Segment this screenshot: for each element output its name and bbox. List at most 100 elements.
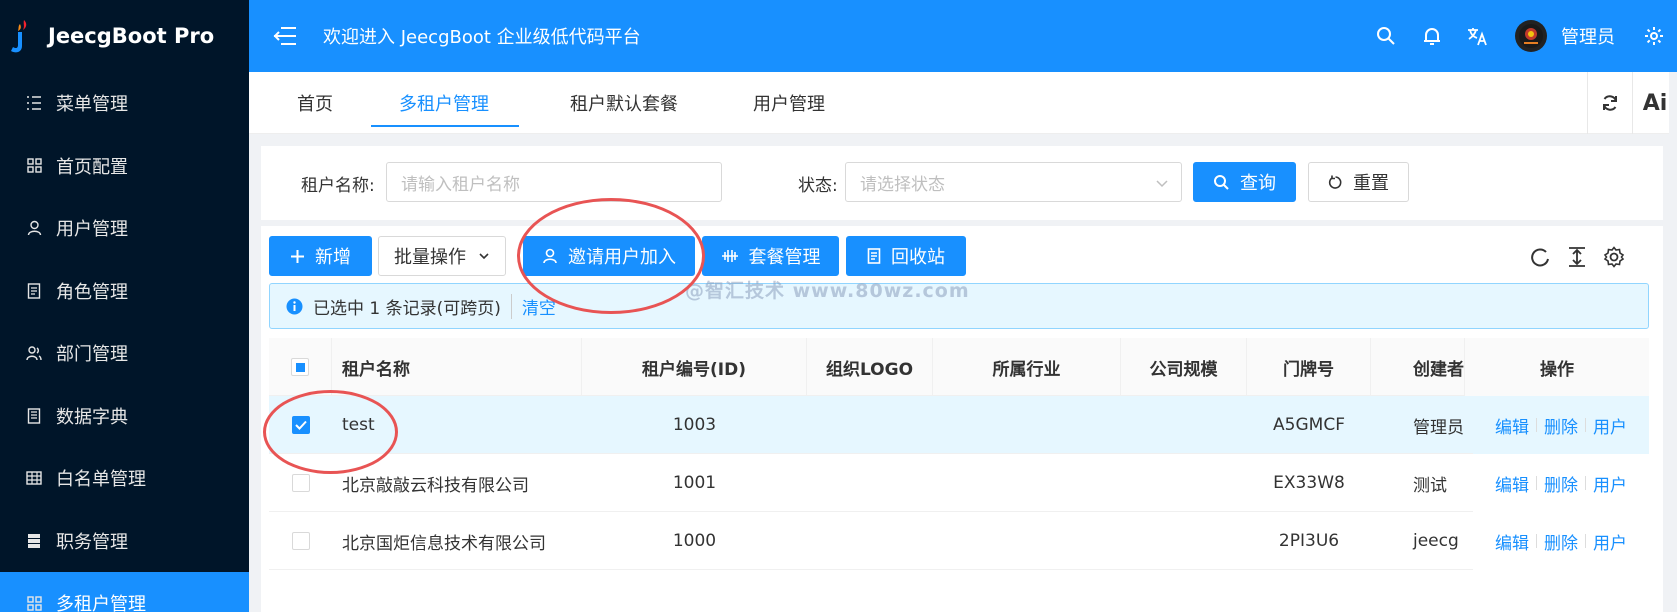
package-icon [721,250,738,262]
row-select-cell [269,512,332,570]
cell-logo [807,454,933,512]
sidebar-item[interactable]: 角色管理 [0,260,249,323]
tenant-name-input[interactable]: 请输入租户名称 [386,162,722,202]
sidebar-item-label: 用户管理 [56,219,128,241]
row-checkbox[interactable] [291,474,310,492]
cell-logo [807,396,933,454]
sidebar-item[interactable]: 多租户管理 [0,572,249,612]
recycle-bin-icon [867,248,881,264]
column-header[interactable]: 所属行业 [933,338,1121,396]
column-header[interactable]: 租户编号(ID) [582,338,807,396]
dictionary-icon [26,408,42,424]
invite-user-button[interactable]: 邀请用户加入 [523,236,695,276]
cell-size [1121,396,1247,454]
package-management-button[interactable]: 套餐管理 [702,236,839,276]
refresh-tab-icon[interactable] [1587,72,1632,134]
tab-bar: 首页 多租户管理 租户默认套餐 用户管理 Ai [249,72,1677,134]
reset-label: 重置 [1353,173,1389,194]
edit-link[interactable]: 编辑 [1488,413,1536,438]
cell-industry [933,396,1121,454]
role-icon [26,283,42,299]
row-select-cell [269,396,332,454]
cell-creator: jeecg [1413,531,1459,551]
tab-user-management[interactable]: 用户管理 [724,72,854,134]
row-actions: 编辑 删除 用户 [1473,396,1649,454]
cell-id: 1003 [672,415,717,435]
user-link[interactable]: 用户 [1586,471,1634,496]
table-row[interactable]: 北京敲敲云科技有限公司 1001 EX33W8 测试 编辑 删除 用户 [269,454,1649,512]
row-checkbox[interactable] [291,532,310,550]
grid-icon [26,595,42,611]
delete-link[interactable]: 删除 [1537,471,1585,496]
reset-button[interactable]: 重置 [1308,162,1409,202]
cell-id: 1000 [672,531,717,551]
app-name: JeecgBoot Pro [48,24,215,48]
select-all-checkbox[interactable] [291,358,309,376]
gear-icon[interactable] [1631,0,1677,72]
delete-link[interactable]: 删除 [1537,413,1585,438]
bell-icon[interactable] [1409,0,1455,72]
edit-link[interactable]: 编辑 [1488,471,1536,496]
sidebar-item[interactable]: 职务管理 [0,510,249,573]
welcome-title: 欢迎进入 JeecgBoot 企业级低代码平台 [323,27,641,48]
sidebar-item[interactable]: 数据字典 [0,385,249,448]
tab-tenant-package[interactable]: 租户默认套餐 [549,72,699,134]
add-button[interactable]: 新增 [269,236,372,276]
column-header[interactable]: 组织LOGO [807,338,933,396]
team-icon [26,345,42,361]
column-header[interactable]: 创建者 [1371,338,1465,396]
grid-icon [26,158,42,174]
user-icon [543,248,557,264]
sidebar-item-label: 白名单管理 [56,469,146,491]
column-height-icon[interactable] [1563,243,1591,271]
column-header[interactable]: 租户名称 [332,338,582,396]
table-row[interactable]: 北京国炬信息技术有限公司 1000 2PI3U6 jeecg 编辑 删除 用户 [269,512,1649,570]
delete-link[interactable]: 删除 [1537,529,1585,554]
cell-creator: 管理员 [1413,417,1464,438]
user-name[interactable]: 管理员 [1561,23,1615,49]
edit-link[interactable]: 编辑 [1488,529,1536,554]
cell-industry [933,454,1121,512]
collapse-menu-icon[interactable] [271,22,299,50]
sidebar-item[interactable]: 菜单管理 [0,72,249,135]
menu-list-icon [26,95,42,111]
tab-label: 用户管理 [753,94,825,115]
column-header[interactable]: 公司规模 [1121,338,1247,396]
reset-icon [1328,175,1342,189]
row-checkbox[interactable] [291,416,310,434]
cell-house-no: A5GMCF [1273,415,1345,435]
user-link[interactable]: 用户 [1586,529,1634,554]
clear-selection-link[interactable]: 清空 [510,293,556,319]
recycle-bin-button[interactable]: 回收站 [846,236,966,276]
tenant-table: 租户名称 租户编号(ID) 组织LOGO 所属行业 公司规模 门牌号 创建者 操… [269,338,1649,570]
avatar[interactable] [1515,20,1547,52]
sidebar-item[interactable]: 用户管理 [0,197,249,260]
table-icon [26,470,42,486]
scrollbar[interactable] [1669,72,1677,612]
sidebar-item-label: 数据字典 [56,406,128,428]
selection-text: 已选中 1 条记录(可跨页) [313,298,501,319]
query-button[interactable]: 查询 [1193,162,1296,202]
search-icon[interactable] [1363,0,1409,72]
user-link[interactable]: 用户 [1586,413,1634,438]
cell-name: 北京敲敲云科技有限公司 [342,475,529,496]
cell-name: 北京国炬信息技术有限公司 [342,533,546,554]
status-select[interactable]: 请选择状态 [845,162,1182,202]
translate-icon[interactable] [1455,0,1501,72]
info-icon [286,298,303,315]
logo[interactable]: JeecgBoot Pro [0,0,249,72]
column-header: 操作 [1465,338,1649,396]
table-row[interactable]: test 1003 A5GMCF 管理员 编辑 删除 用户 [269,396,1649,454]
search-panel: 租户名称: 请输入租户名称 状态: 请选择状态 查询 重置 [261,146,1663,220]
sidebar-item[interactable]: 部门管理 [0,322,249,385]
sidebar-item[interactable]: 首页配置 [0,135,249,198]
tab-home[interactable]: 首页 [275,72,355,134]
refresh-icon[interactable] [1526,243,1554,271]
sidebar-item[interactable]: 白名单管理 [0,447,249,510]
column-header[interactable]: 门牌号 [1247,338,1371,396]
batch-operation-button[interactable]: 批量操作 [378,236,506,276]
table-header: 租户名称 租户编号(ID) 组织LOGO 所属行业 公司规模 门牌号 创建者 操… [269,338,1649,396]
invite-label: 邀请用户加入 [568,247,676,268]
column-setting-icon[interactable] [1600,243,1628,271]
chevron-down-icon [479,253,489,260]
